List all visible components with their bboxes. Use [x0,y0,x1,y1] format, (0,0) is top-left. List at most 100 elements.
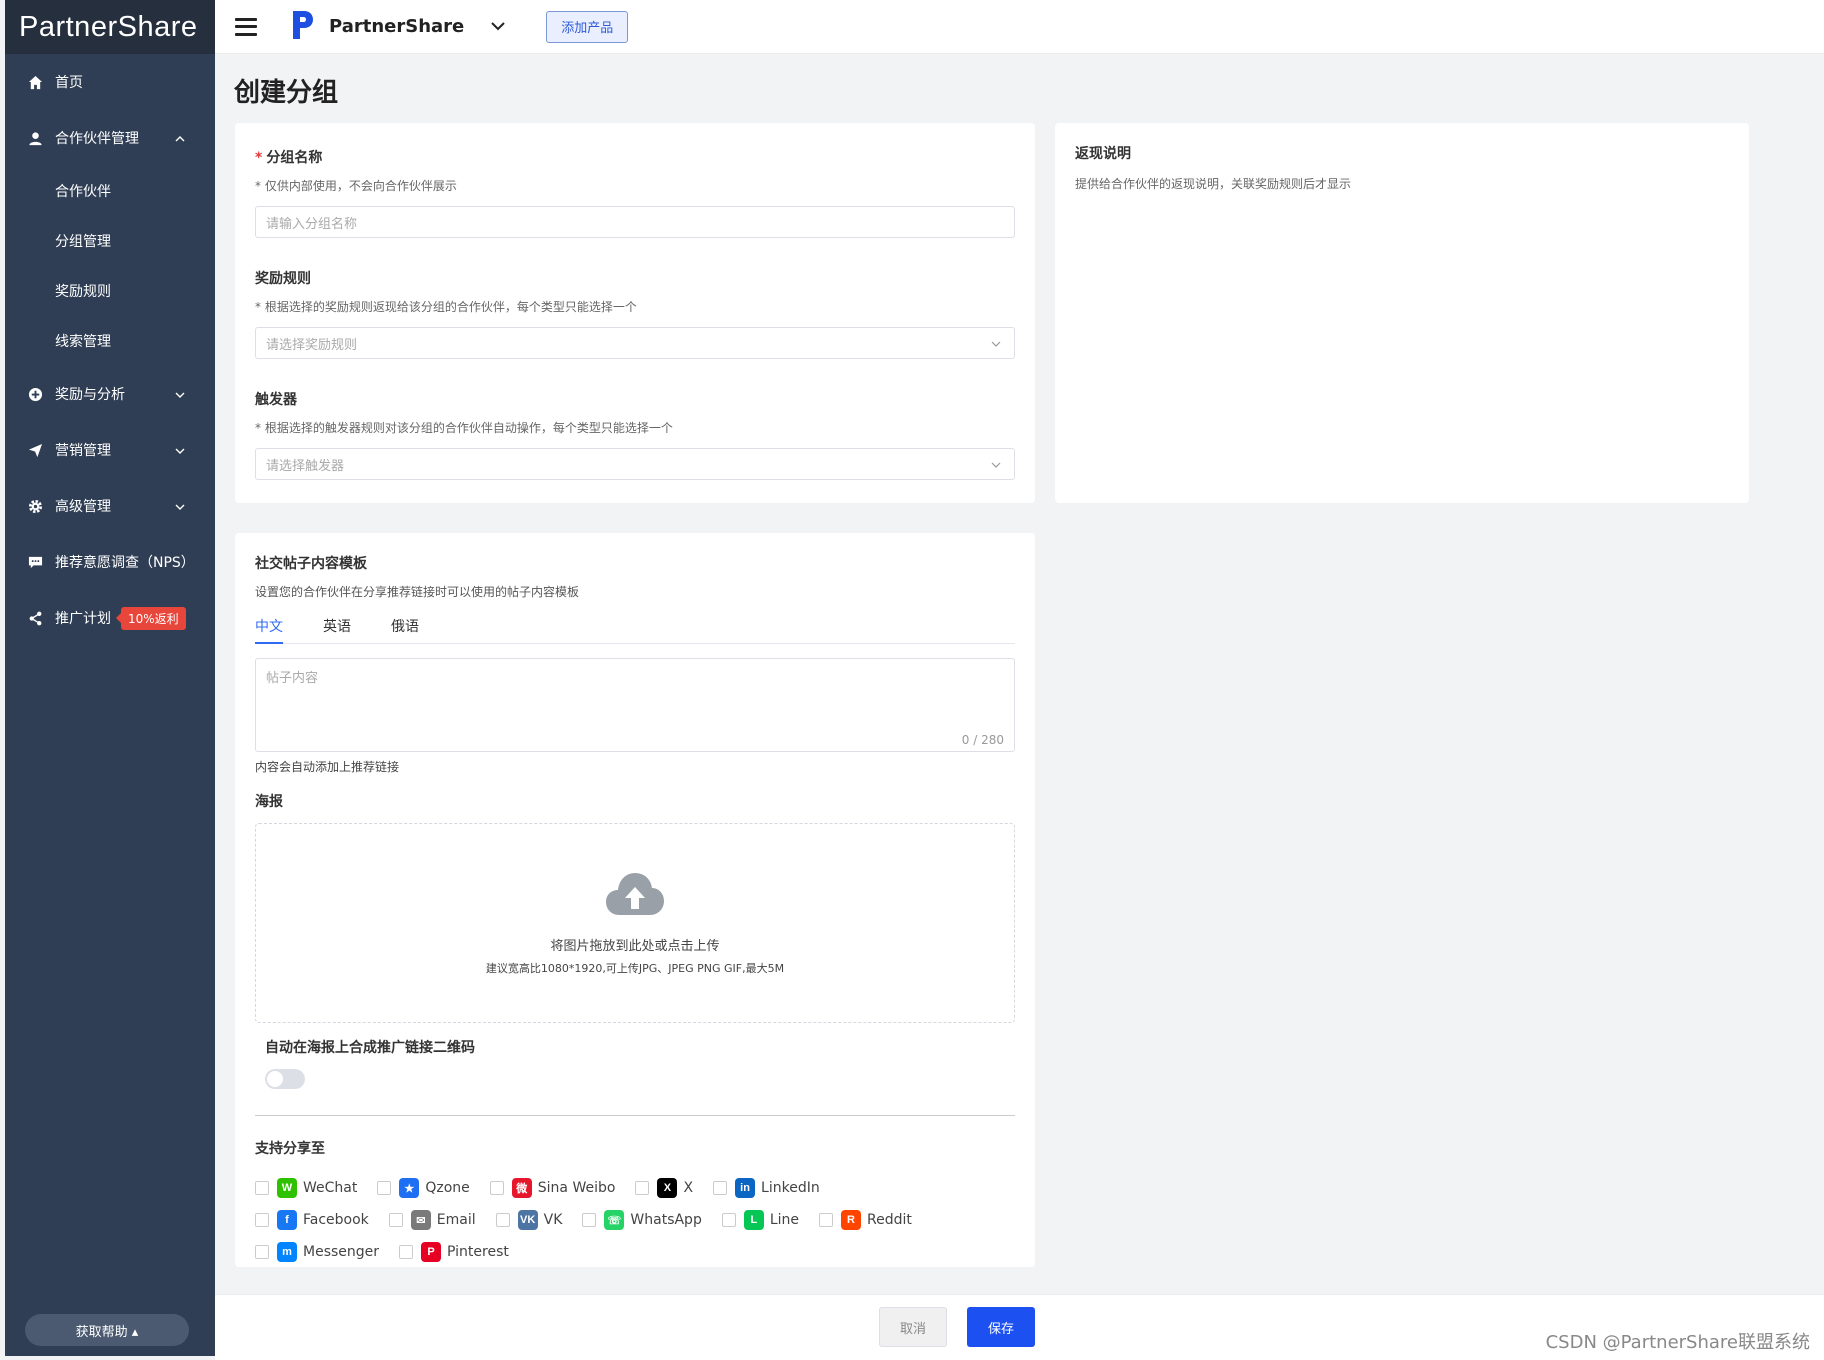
help-button[interactable]: 获取帮助 ▴ [25,1314,189,1346]
checkbox-reddit[interactable] [819,1213,834,1227]
add-product-button[interactable]: 添加产品 [546,10,629,43]
pinterest-icon: P [421,1242,442,1262]
checkbox-qzone[interactable] [377,1181,392,1195]
sina-weibo-icon: 微 [511,1178,532,1198]
share-platform-list: W WeChat ★ Qzone 微 Sina Weibo X X in LinkedIn f Fac… [255,1172,1015,1268]
menu-icon[interactable] [235,17,257,36]
sidebar-item-label: 高级管理 [55,499,111,515]
chevron-down-icon [175,388,185,404]
sidebar-item-nps[interactable]: 推荐意愿调查（NPS） [5,534,215,590]
checkbox-sina-weibo[interactable] [489,1181,504,1195]
reward-rule-select[interactable]: 请选择奖励规则 [255,327,1015,359]
trigger-label: 触发器 [255,392,297,408]
divider [255,1115,1015,1116]
email-icon: ✉ [410,1210,431,1230]
share-option-facebook[interactable]: f Facebook [255,1210,369,1230]
sidebar-item-home[interactable]: 首页 [5,54,215,110]
chevron-down-icon[interactable] [490,17,506,36]
tab-chinese[interactable]: 中文 [255,614,283,644]
linkedin-icon: in [735,1178,756,1198]
tab-english[interactable]: 英语 [323,614,351,643]
share-option-line[interactable]: L Line [721,1210,800,1230]
sidebar-item-partner-management[interactable]: 合作伙伴管理 [5,110,215,166]
poster-label: 海报 [255,794,283,810]
char-counter: 0 / 280 [961,733,1004,747]
sidebar-subitem-groups[interactable]: 分组管理 [5,216,215,266]
save-button[interactable]: 保存 [967,1307,1035,1347]
reddit-icon: R [841,1210,862,1230]
share-option-messenger[interactable]: m Messenger [255,1242,379,1262]
share-option-linkedin[interactable]: in LinkedIn [713,1178,820,1198]
share-option-label: Facebook [303,1212,369,1228]
chevron-down-icon [175,500,185,516]
promo-badge: 10%返利 [116,606,186,630]
post-content-textarea[interactable]: 帖子内容 0 / 280 [255,658,1015,752]
share-option-wechat[interactable]: W WeChat [255,1178,357,1198]
sidebar-item-label: 奖励与分析 [55,387,125,403]
tab-russian[interactable]: 俄语 [391,614,419,643]
topbar: PartnerShare 添加产品 [215,0,1824,54]
checkbox-pinterest[interactable] [399,1245,414,1259]
qr-toggle-label: 自动在海报上合成推广链接二维码 [265,1040,475,1056]
share-option-vk[interactable]: VK VK [495,1210,563,1230]
facebook-icon: f [277,1210,297,1230]
sidebar-subitem-reward-rules[interactable]: 奖励规则 [5,266,215,316]
checkbox-whatsapp[interactable] [582,1213,597,1227]
upload-hint: 建议宽高比1080*1920,可上传JPG、JPEG PNG GIF,最大5M [485,961,785,975]
share-row: m Messenger P Pinterest [255,1236,1015,1268]
brand-name: PartnerShare [329,16,465,37]
share-option-label: Sina Weibo [537,1180,616,1196]
checkbox-messenger[interactable] [255,1245,269,1259]
sidebar-item-label: 推广计划 [55,611,111,627]
share-option-x[interactable]: XX [635,1178,693,1198]
sidebar-subitem-partners[interactable]: 合作伙伴 [5,166,215,216]
cashback-title: 返现说明 [1075,146,1131,162]
trigger-select[interactable]: 请选择触发器 [255,448,1015,480]
social-template-card: 社交帖子内容模板 设置您的合作伙伴在分享推荐链接时可以使用的帖子内容模板 中文 … [235,533,1035,1267]
share-option-label: Pinterest [447,1244,509,1260]
trigger-placeholder: 请选择触发器 [266,458,345,474]
share-option-sina-weibo[interactable]: 微 Sina Weibo [489,1178,616,1198]
checkbox-line[interactable] [721,1213,736,1227]
share-option-email[interactable]: ✉ Email [388,1210,476,1230]
poster-upload-area[interactable]: 将图片拖放到此处或点击上传 建议宽高比1080*1920,可上传JPG、JPEG… [255,823,1015,1023]
share-option-label: Email [436,1212,476,1228]
share-option-whatsapp[interactable]: ☏ WhatsApp [582,1210,702,1230]
brand-logo-icon [291,9,315,45]
share-option-label: WhatsApp [630,1212,702,1228]
reward-rule-hint: * 根据选择的奖励规则返现给该分组的合作伙伴，每个类型只能选择一个 [255,300,637,314]
auto-link-note: 内容会自动添加上推荐链接 [255,760,400,774]
group-form-card: * 分组名称 * 仅供内部使用，不会向合作伙伴展示 请输入分组名称 奖励规则 * … [235,123,1035,503]
share-option-reddit[interactable]: R Reddit [819,1210,912,1230]
sidebar-item-label: 营销管理 [55,443,111,459]
checkbox-facebook[interactable] [255,1213,269,1227]
watermark: CSDN @PartnerShare联盟系统 [1545,1332,1810,1353]
share-icon [27,610,43,626]
gear-icon [27,498,43,514]
share-option-pinterest[interactable]: P Pinterest [399,1242,509,1262]
share-option-label: LinkedIn [761,1180,820,1196]
chevron-down-icon [990,459,1002,474]
group-name-input[interactable]: 请输入分组名称 [255,206,1015,238]
share-option-label: VK [543,1212,563,1228]
sidebar-item-marketing[interactable]: 营销管理 [5,422,215,478]
sidebar-item-label: 合作伙伴管理 [55,131,139,147]
share-option-qzone[interactable]: ★ Qzone [377,1178,470,1198]
chevron-down-icon [990,338,1002,353]
sidebar-item-promotion[interactable]: 推广计划 10%返利 [5,590,215,646]
sidebar-subitem-leads[interactable]: 线索管理 [5,316,215,366]
checkbox-linkedin[interactable] [713,1181,728,1195]
sidebar-item-label: 首页 [55,75,83,91]
checkbox-email[interactable] [388,1213,403,1227]
upload-instruction: 将图片拖放到此处或点击上传 [550,938,720,954]
cancel-button[interactable]: 取消 [879,1307,947,1347]
whatsapp-icon: ☏ [604,1210,625,1230]
sidebar-item-advanced[interactable]: 高级管理 [5,478,215,534]
trigger-hint: * 根据选择的触发器规则对该分组的合作伙伴自动操作，每个类型只能选择一个 [255,421,673,435]
sidebar-item-rewards-analytics[interactable]: 奖励与分析 [5,366,215,422]
qr-toggle-switch[interactable] [265,1069,305,1089]
checkbox-x[interactable] [635,1181,650,1195]
share-option-label: Line [769,1212,800,1228]
checkbox-wechat[interactable] [255,1181,269,1195]
checkbox-vk[interactable] [495,1213,510,1227]
